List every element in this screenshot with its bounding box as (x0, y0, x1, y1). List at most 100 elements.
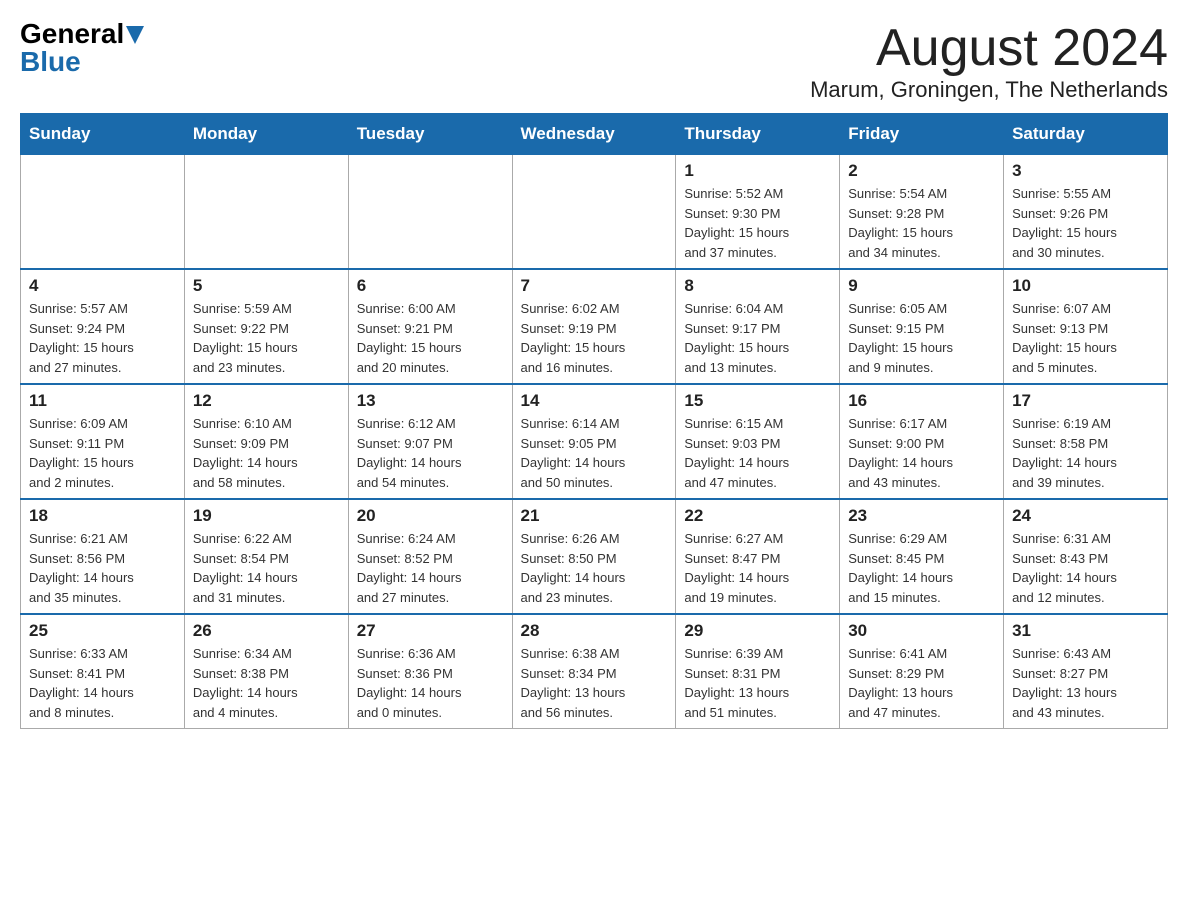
day-of-week-header: Wednesday (512, 114, 676, 155)
calendar-cell: 30 Sunrise: 6:41 AMSunset: 8:29 PMDayligh… (840, 614, 1004, 729)
day-info: Sunrise: 5:54 AMSunset: 9:28 PMDaylight:… (848, 184, 995, 262)
calendar-cell: 31 Sunrise: 6:43 AMSunset: 8:27 PMDayligh… (1004, 614, 1168, 729)
day-number: 27 (357, 621, 504, 641)
calendar-week-row: 25Sunrise: 6:33 AMSunset: 8:41 PMDayligh… (21, 614, 1168, 729)
calendar-cell: 19Sunrise: 6:22 AMSunset: 8:54 PMDayligh… (184, 499, 348, 614)
month-title: August 2024 (810, 20, 1168, 77)
day-number: 16 (848, 391, 995, 411)
day-info: Sunrise: 6:07 AMSunset: 9:13 PMDaylight:… (1012, 299, 1159, 377)
calendar-week-row: 1 Sunrise: 5:52 AMSunset: 9:30 PMDaylight… (21, 155, 1168, 270)
day-info: Sunrise: 6:02 AMSunset: 9:19 PMDaylight:… (521, 299, 668, 377)
day-of-week-header: Tuesday (348, 114, 512, 155)
day-info: Sunrise: 6:39 AMSunset: 8:31 PMDaylight:… (684, 644, 831, 722)
calendar-cell: 7 Sunrise: 6:02 AMSunset: 9:19 PMDaylight… (512, 269, 676, 384)
day-number: 26 (193, 621, 340, 641)
day-info: Sunrise: 6:00 AMSunset: 9:21 PMDaylight:… (357, 299, 504, 377)
calendar-cell: 13 Sunrise: 6:12 AMSunset: 9:07 PMDayligh… (348, 384, 512, 499)
calendar-body: 1 Sunrise: 5:52 AMSunset: 9:30 PMDaylight… (21, 155, 1168, 729)
calendar-cell (21, 155, 185, 270)
day-number: 10 (1012, 276, 1159, 296)
calendar-cell: 3 Sunrise: 5:55 AMSunset: 9:26 PMDaylight… (1004, 155, 1168, 270)
calendar-cell: 29 Sunrise: 6:39 AMSunset: 8:31 PMDayligh… (676, 614, 840, 729)
day-number: 3 (1012, 161, 1159, 181)
day-of-week-header: Friday (840, 114, 1004, 155)
day-info: Sunrise: 6:34 AMSunset: 8:38 PMDaylight:… (193, 644, 340, 722)
calendar-cell: 25Sunrise: 6:33 AMSunset: 8:41 PMDayligh… (21, 614, 185, 729)
calendar-table: SundayMondayTuesdayWednesdayThursdayFrid… (20, 113, 1168, 729)
day-info: Sunrise: 6:05 AMSunset: 9:15 PMDaylight:… (848, 299, 995, 377)
day-number: 1 (684, 161, 831, 181)
calendar-cell: 12Sunrise: 6:10 AMSunset: 9:09 PMDayligh… (184, 384, 348, 499)
day-info: Sunrise: 6:27 AMSunset: 8:47 PMDaylight:… (684, 529, 831, 607)
calendar-header: SundayMondayTuesdayWednesdayThursdayFrid… (21, 114, 1168, 155)
calendar-cell: 6 Sunrise: 6:00 AMSunset: 9:21 PMDaylight… (348, 269, 512, 384)
day-info: Sunrise: 6:43 AMSunset: 8:27 PMDaylight:… (1012, 644, 1159, 722)
day-number: 13 (357, 391, 504, 411)
day-number: 15 (684, 391, 831, 411)
day-of-week-header: Thursday (676, 114, 840, 155)
day-info: Sunrise: 6:04 AMSunset: 9:17 PMDaylight:… (684, 299, 831, 377)
logo-blue-text: Blue (20, 48, 144, 76)
calendar-cell: 24 Sunrise: 6:31 AMSunset: 8:43 PMDayligh… (1004, 499, 1168, 614)
logo-triangle-icon (126, 26, 144, 44)
calendar-cell: 1 Sunrise: 5:52 AMSunset: 9:30 PMDaylight… (676, 155, 840, 270)
day-number: 12 (193, 391, 340, 411)
calendar-cell: 2 Sunrise: 5:54 AMSunset: 9:28 PMDaylight… (840, 155, 1004, 270)
calendar-cell: 18Sunrise: 6:21 AMSunset: 8:56 PMDayligh… (21, 499, 185, 614)
day-info: Sunrise: 6:15 AMSunset: 9:03 PMDaylight:… (684, 414, 831, 492)
calendar-cell: 20 Sunrise: 6:24 AMSunset: 8:52 PMDayligh… (348, 499, 512, 614)
page-header: General Blue August 2024 Marum, Groninge… (20, 20, 1168, 103)
day-info: Sunrise: 6:38 AMSunset: 8:34 PMDaylight:… (521, 644, 668, 722)
day-info: Sunrise: 6:12 AMSunset: 9:07 PMDaylight:… (357, 414, 504, 492)
day-number: 29 (684, 621, 831, 641)
day-number: 31 (1012, 621, 1159, 641)
calendar-cell: 8 Sunrise: 6:04 AMSunset: 9:17 PMDaylight… (676, 269, 840, 384)
day-number: 23 (848, 506, 995, 526)
logo: General Blue (20, 20, 144, 76)
day-info: Sunrise: 6:41 AMSunset: 8:29 PMDaylight:… (848, 644, 995, 722)
day-info: Sunrise: 5:55 AMSunset: 9:26 PMDaylight:… (1012, 184, 1159, 262)
calendar-cell: 17 Sunrise: 6:19 AMSunset: 8:58 PMDayligh… (1004, 384, 1168, 499)
header-row: SundayMondayTuesdayWednesdayThursdayFrid… (21, 114, 1168, 155)
day-info: Sunrise: 6:24 AMSunset: 8:52 PMDaylight:… (357, 529, 504, 607)
day-info: Sunrise: 5:52 AMSunset: 9:30 PMDaylight:… (684, 184, 831, 262)
day-number: 14 (521, 391, 668, 411)
day-info: Sunrise: 5:59 AMSunset: 9:22 PMDaylight:… (193, 299, 340, 377)
calendar-cell: 28 Sunrise: 6:38 AMSunset: 8:34 PMDayligh… (512, 614, 676, 729)
day-info: Sunrise: 6:26 AMSunset: 8:50 PMDaylight:… (521, 529, 668, 607)
calendar-cell: 15 Sunrise: 6:15 AMSunset: 9:03 PMDayligh… (676, 384, 840, 499)
day-info: Sunrise: 6:19 AMSunset: 8:58 PMDaylight:… (1012, 414, 1159, 492)
day-number: 20 (357, 506, 504, 526)
calendar-cell: 5Sunrise: 5:59 AMSunset: 9:22 PMDaylight… (184, 269, 348, 384)
calendar-cell (184, 155, 348, 270)
day-of-week-header: Monday (184, 114, 348, 155)
calendar-cell: 9 Sunrise: 6:05 AMSunset: 9:15 PMDaylight… (840, 269, 1004, 384)
day-number: 6 (357, 276, 504, 296)
day-number: 2 (848, 161, 995, 181)
day-number: 24 (1012, 506, 1159, 526)
calendar-week-row: 11Sunrise: 6:09 AMSunset: 9:11 PMDayligh… (21, 384, 1168, 499)
day-number: 28 (521, 621, 668, 641)
calendar-cell: 26 Sunrise: 6:34 AMSunset: 8:38 PMDayligh… (184, 614, 348, 729)
day-number: 8 (684, 276, 831, 296)
day-of-week-header: Sunday (21, 114, 185, 155)
day-number: 17 (1012, 391, 1159, 411)
day-info: Sunrise: 6:17 AMSunset: 9:00 PMDaylight:… (848, 414, 995, 492)
day-number: 19 (193, 506, 340, 526)
calendar-cell (512, 155, 676, 270)
calendar-cell: 16 Sunrise: 6:17 AMSunset: 9:00 PMDayligh… (840, 384, 1004, 499)
day-number: 9 (848, 276, 995, 296)
day-number: 18 (29, 506, 176, 526)
calendar-week-row: 18Sunrise: 6:21 AMSunset: 8:56 PMDayligh… (21, 499, 1168, 614)
day-number: 22 (684, 506, 831, 526)
day-number: 7 (521, 276, 668, 296)
calendar-cell: 23Sunrise: 6:29 AMSunset: 8:45 PMDayligh… (840, 499, 1004, 614)
day-number: 21 (521, 506, 668, 526)
calendar-cell: 14Sunrise: 6:14 AMSunset: 9:05 PMDayligh… (512, 384, 676, 499)
calendar-week-row: 4 Sunrise: 5:57 AMSunset: 9:24 PMDaylight… (21, 269, 1168, 384)
day-info: Sunrise: 6:31 AMSunset: 8:43 PMDaylight:… (1012, 529, 1159, 607)
day-number: 30 (848, 621, 995, 641)
day-info: Sunrise: 5:57 AMSunset: 9:24 PMDaylight:… (29, 299, 176, 377)
location-title: Marum, Groningen, The Netherlands (810, 77, 1168, 103)
day-number: 4 (29, 276, 176, 296)
